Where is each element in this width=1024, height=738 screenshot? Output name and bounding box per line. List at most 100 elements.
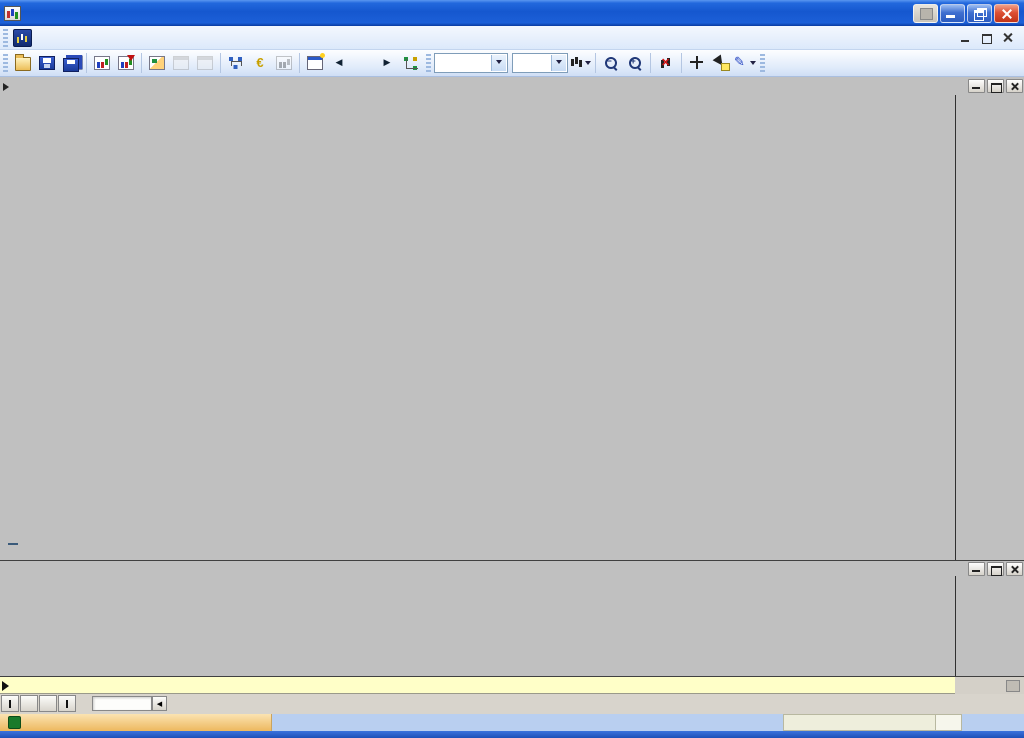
chart-tool-disabled-button (272, 52, 296, 74)
title-bar[interactable] (0, 0, 1024, 26)
menubar-grip[interactable] (3, 29, 8, 47)
link-nodes-icon (403, 56, 419, 70)
chevron-down-icon[interactable] (491, 55, 506, 71)
price-chart[interactable] (5, 95, 955, 560)
prev-button[interactable]: ◀ (327, 52, 351, 74)
properties-button[interactable] (303, 52, 327, 74)
first-sheet-button[interactable] (1, 695, 19, 712)
macd-chart[interactable] (5, 576, 955, 676)
scroll-left-icon[interactable]: ◀ (152, 696, 167, 711)
orders-status-label (8, 543, 18, 545)
status-cell (936, 714, 962, 731)
open-button[interactable] (11, 52, 35, 74)
more-button[interactable] (351, 52, 375, 74)
window-tool2-button (193, 52, 217, 74)
time-axis[interactable] (0, 676, 1024, 694)
collapse-arrow-icon[interactable] (3, 83, 13, 91)
draw-button[interactable]: ✎ (733, 52, 757, 74)
save-all-button[interactable] (59, 52, 83, 74)
pane-maximize-button[interactable] (987, 79, 1004, 93)
window-bottom-border (0, 731, 1024, 738)
child-restore-icon[interactable] (980, 31, 995, 44)
image-table-button[interactable] (145, 52, 169, 74)
hide-bars-button[interactable] (654, 52, 678, 74)
next-sheet-button[interactable] (39, 695, 57, 712)
pane-close-button[interactable] (1006, 79, 1023, 93)
bar-chart-icon (94, 56, 110, 70)
toolbar-grip[interactable] (426, 54, 431, 72)
period-combo[interactable] (434, 53, 508, 73)
image-table-icon (149, 56, 165, 70)
window-icon (197, 56, 213, 70)
pane-minimize-button[interactable] (968, 79, 985, 93)
zoom-in-icon: + (629, 57, 642, 70)
minimize-button[interactable] (940, 4, 965, 23)
link-windows-button[interactable] (399, 52, 423, 74)
axis-corner (955, 676, 1024, 694)
arrow-right-icon: ▶ (382, 56, 392, 70)
theme-button[interactable] (913, 4, 938, 23)
macd-pane-controls (968, 562, 1023, 576)
new-chart-button[interactable] (90, 52, 114, 74)
bar-style-button[interactable] (568, 52, 592, 74)
save-button[interactable] (35, 52, 59, 74)
chevron-down-icon (750, 61, 756, 68)
chart-window (0, 77, 1024, 694)
macd-header (0, 560, 1024, 576)
properties-icon (307, 56, 323, 70)
restore-button[interactable] (967, 4, 992, 23)
pane-maximize-button[interactable] (987, 562, 1004, 576)
pane-close-button[interactable] (1006, 562, 1023, 576)
app-icon (4, 6, 21, 21)
news-icon (8, 716, 21, 729)
crosshair-button[interactable] (685, 52, 709, 74)
status-bar (0, 714, 1024, 731)
hide-bars-icon (658, 56, 674, 70)
network-icon (228, 56, 244, 70)
scroll-right-icon[interactable] (2, 681, 14, 691)
chart-pane-controls (968, 79, 1023, 93)
network-button[interactable] (224, 52, 248, 74)
chart-import-icon (118, 56, 134, 70)
zoom-out-icon: − (605, 57, 618, 70)
open-folder-icon (15, 57, 31, 71)
child-minimize-icon[interactable] (959, 31, 974, 44)
bar-chart-icon (276, 56, 292, 70)
chart-document-icon[interactable] (13, 29, 32, 47)
prev-sheet-button[interactable] (20, 695, 38, 712)
macd-axis[interactable] (955, 576, 1024, 676)
pointer-button[interactable] (709, 52, 733, 74)
next-button[interactable]: ▶ (375, 52, 399, 74)
toolbar-grip[interactable] (3, 54, 8, 72)
last-sheet-button[interactable] (58, 695, 76, 712)
zoom-in-button[interactable]: + (623, 52, 647, 74)
save-all-icon (63, 58, 79, 72)
pointer-note-icon (713, 56, 729, 70)
visual-chart-app: € ◀ ▶ − + ✎ (0, 0, 1024, 738)
child-close-icon[interactable] (1001, 31, 1016, 44)
close-button[interactable] (994, 4, 1019, 23)
toolbar-grip[interactable] (760, 54, 765, 72)
toolbar: € ◀ ▶ − + ✎ (0, 50, 1024, 77)
tab-scrollbar[interactable]: ◀ (92, 696, 152, 711)
quote-bar (0, 78, 1024, 95)
window-icon (173, 56, 189, 70)
window-tool-button (169, 52, 193, 74)
pane-minimize-button[interactable] (968, 562, 985, 576)
sheet-tab-bar: ◀ (0, 694, 1024, 714)
import-data-button[interactable] (114, 52, 138, 74)
zoom-out-button[interactable]: − (599, 52, 623, 74)
candles-icon (569, 56, 582, 70)
crosshair-icon (689, 56, 705, 70)
save-icon (39, 56, 55, 70)
chevron-down-icon (585, 61, 591, 68)
status-value (783, 714, 936, 731)
compression-combo[interactable] (512, 53, 568, 73)
pen-icon: ✎ (734, 56, 747, 70)
chevron-down-icon[interactable] (551, 55, 566, 71)
arrow-left-icon: ◀ (334, 56, 344, 70)
menu-bar (0, 26, 1024, 50)
price-axis[interactable] (955, 95, 1024, 560)
broker-access-button[interactable]: € (248, 52, 272, 74)
news-panel[interactable] (0, 714, 272, 731)
